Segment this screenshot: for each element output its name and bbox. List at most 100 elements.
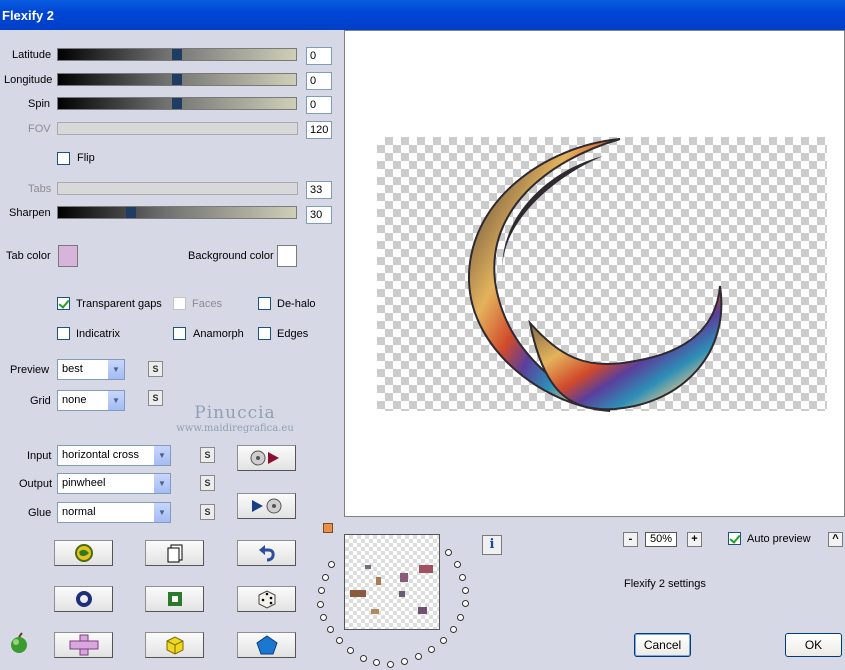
preview-save-button[interactable]: S [148,361,163,377]
settings-label: Flexify 2 settings [624,578,706,590]
flip-checkbox[interactable] [57,152,70,165]
randomize-button[interactable] [54,540,113,566]
scroll-up-button[interactable]: ^ [828,532,843,547]
anamorph-label: Anamorph [193,328,244,340]
fov-input: 120 [306,121,332,139]
dial-dot[interactable] [387,661,394,668]
navigator-handle[interactable] [323,523,333,533]
anamorph-checkbox[interactable] [173,327,186,340]
spin-thumb[interactable] [172,98,182,109]
background-color-swatch[interactable] [277,245,297,267]
preview-image [467,138,723,412]
tab-color-swatch[interactable] [58,245,78,267]
glue-select[interactable]: normal ▼ [57,502,171,523]
ring-icon [75,591,92,607]
zoom-value: 50% [645,532,677,547]
dial-dot[interactable] [336,637,343,644]
dial-dot[interactable] [462,587,469,594]
spin-label: Spin [28,98,51,110]
sharpen-slider[interactable] [57,206,297,219]
dial-dot[interactable] [327,626,334,633]
copy-icon [167,544,182,563]
input-select[interactable]: horizontal cross ▼ [57,445,171,466]
ok-button[interactable]: OK [785,633,842,657]
indicatrix-label: Indicatrix [76,328,121,340]
dial-dot[interactable] [318,587,325,594]
spin-slider[interactable] [57,97,297,110]
tab-color-label: Tab color [6,250,51,262]
preview-canvas[interactable] [344,30,845,517]
chevron-down-icon: ▼ [153,474,170,493]
load-input-button[interactable] [237,445,296,471]
preview-select[interactable]: best ▼ [57,359,125,380]
preview-select-value: best [62,363,83,375]
latitude-label: Latitude [12,49,52,61]
sharpen-input[interactable]: 30 [306,206,332,224]
undo-button[interactable] [237,540,296,566]
edges-checkbox[interactable] [258,327,271,340]
faces-label: Faces [192,298,222,310]
dice-button[interactable] [237,586,296,612]
spin-input[interactable]: 0 [306,96,332,114]
longitude-input[interactable]: 0 [306,72,332,90]
dial-dot[interactable] [360,655,367,662]
window-title: Flexify 2 [2,8,55,23]
apple-icon[interactable] [8,632,30,657]
grid-select[interactable]: none ▼ [57,390,125,411]
grid-select-value: none [62,394,87,406]
dial-dot[interactable] [320,614,327,621]
auto-preview-checkbox[interactable] [728,532,741,545]
latitude-input[interactable]: 0 [306,47,332,65]
longitude-thumb[interactable] [172,74,182,85]
dial-dot[interactable] [328,561,335,568]
glue-save-button[interactable]: S [200,504,215,520]
dial-dot[interactable] [401,658,408,665]
dial-dot[interactable] [450,626,457,633]
fov-label: FOV [28,123,51,135]
undo-icon [258,545,275,562]
indicatrix-checkbox[interactable] [57,327,70,340]
dial-dot[interactable] [459,574,466,581]
dial-dot[interactable] [457,614,464,621]
dial-dot[interactable] [317,601,324,608]
tabs-slider [57,182,298,195]
info-button[interactable]: i [482,535,502,555]
cross-button[interactable] [54,632,113,658]
ring-button[interactable] [54,586,113,612]
sharpen-thumb[interactable] [126,207,136,218]
navigator-thumbnail[interactable] [344,534,440,630]
glue-select-value: normal [62,506,96,518]
output-select[interactable]: pinwheel ▼ [57,473,171,494]
cube-button[interactable] [145,632,204,658]
play-disc-icon [251,498,281,514]
latitude-slider[interactable] [57,48,297,61]
pentagon-button[interactable] [237,632,296,658]
output-save-button[interactable]: S [200,475,215,491]
dial-dot[interactable] [440,637,447,644]
cancel-button[interactable]: Cancel [634,633,691,657]
copy-button[interactable] [145,540,204,566]
background-color-label: Background color [188,250,274,262]
dial-dot[interactable] [373,659,380,666]
watermark: Pinuccia www.maidiregrafica.eu [170,403,300,434]
latitude-thumb[interactable] [172,49,182,60]
dial-dot[interactable] [322,574,329,581]
dial-dot[interactable] [462,600,469,607]
square-button[interactable] [145,586,204,612]
input-save-button[interactable]: S [200,447,215,463]
grid-save-button[interactable]: S [148,390,163,406]
dial-dot[interactable] [445,549,452,556]
longitude-slider[interactable] [57,73,297,86]
flip-label: Flip [77,152,95,164]
sharpen-label: Sharpen [9,207,51,219]
dial-dot[interactable] [454,561,461,568]
de-halo-checkbox[interactable] [258,297,271,310]
zoom-in-button[interactable]: + [687,532,702,547]
chevron-down-icon: ▼ [107,360,124,379]
dial-dot[interactable] [347,647,354,654]
transparent-gaps-checkbox[interactable] [57,297,70,310]
save-output-button[interactable] [237,493,296,519]
zoom-out-button[interactable]: - [623,532,638,547]
dial-dot[interactable] [415,653,422,660]
dial-dot[interactable] [428,646,435,653]
